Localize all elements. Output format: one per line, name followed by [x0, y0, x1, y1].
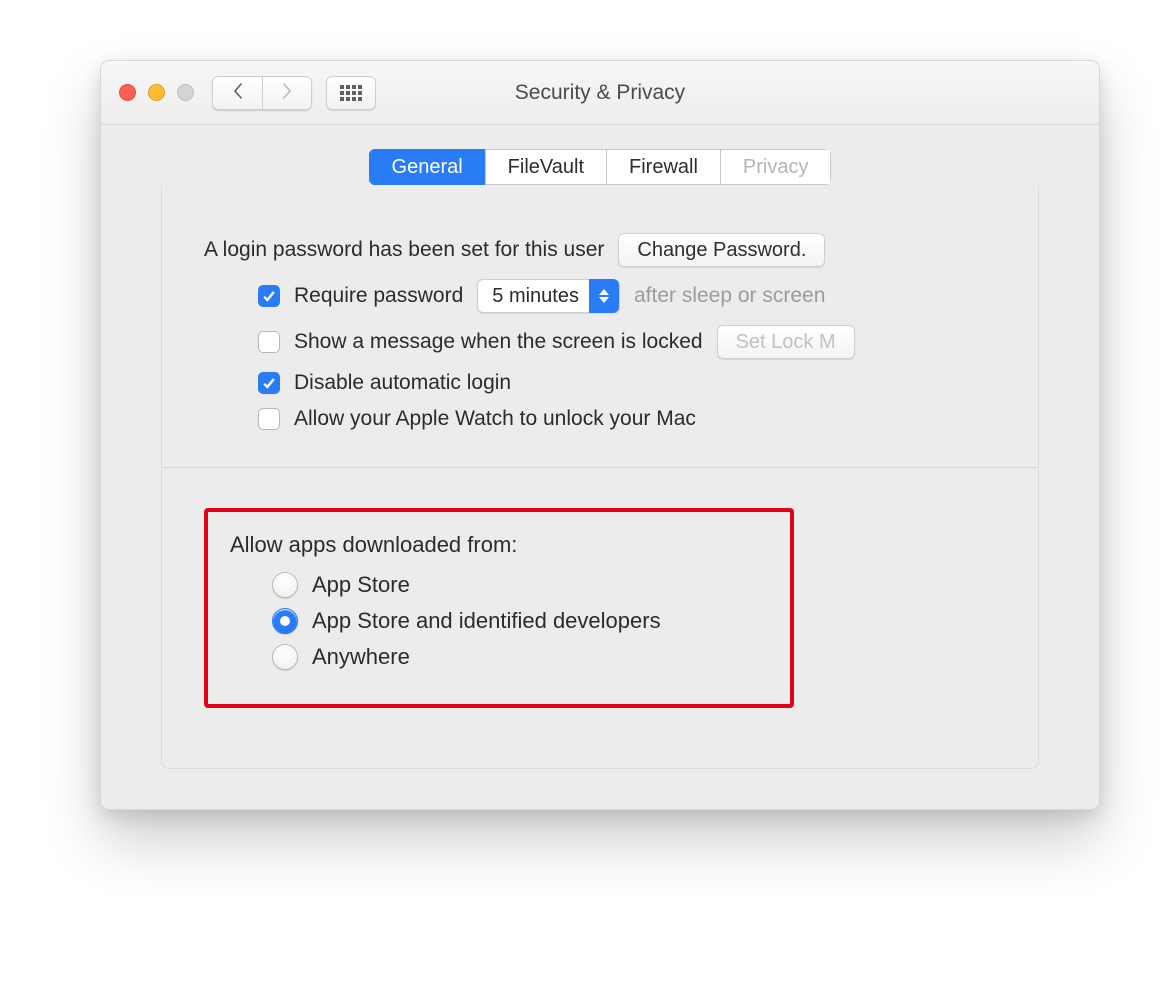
require-password-delay-select[interactable]: 5 minutes — [477, 279, 620, 313]
apple-watch-unlock-label: Allow your Apple Watch to unlock your Ma… — [294, 407, 696, 431]
tab-privacy[interactable]: Privacy — [720, 149, 832, 185]
titlebar: Security & Privacy — [101, 61, 1099, 125]
preferences-window: Security & Privacy General FileVault Fir… — [100, 60, 1100, 810]
back-button[interactable] — [212, 76, 262, 110]
minimize-window-button[interactable] — [148, 84, 165, 101]
stepper-icon — [589, 279, 619, 313]
tab-general[interactable]: General — [369, 149, 485, 185]
divider — [162, 467, 1038, 468]
window-body: General FileVault Firewall Privacy A log… — [101, 125, 1099, 809]
radio-identified-developers[interactable] — [272, 608, 298, 634]
chevron-right-icon — [280, 82, 294, 103]
require-password-delay-value: 5 minutes — [492, 285, 579, 308]
require-password-checkbox[interactable] — [258, 285, 280, 307]
forward-button[interactable] — [262, 76, 312, 110]
grid-icon — [340, 85, 362, 101]
set-lock-message-button[interactable]: Set Lock M — [717, 325, 855, 359]
zoom-window-button[interactable] — [177, 84, 194, 101]
close-window-button[interactable] — [119, 84, 136, 101]
gatekeeper-highlight: Allow apps downloaded from: App Store Ap… — [204, 508, 794, 708]
radio-anywhere[interactable] — [272, 644, 298, 670]
radio-identified-developers-label: App Store and identified developers — [312, 608, 661, 634]
show-all-button[interactable] — [326, 76, 376, 110]
nav-back-forward — [212, 76, 312, 110]
show-lock-message-checkbox[interactable] — [258, 331, 280, 353]
radio-app-store-label: App Store — [312, 572, 410, 598]
disable-auto-login-label: Disable automatic login — [294, 371, 511, 395]
disable-auto-login-checkbox[interactable] — [258, 372, 280, 394]
radio-app-store[interactable] — [272, 572, 298, 598]
window-controls — [119, 84, 194, 101]
require-password-label: Require password — [294, 284, 463, 308]
gatekeeper-title: Allow apps downloaded from: — [230, 532, 764, 558]
tab-filevault[interactable]: FileVault — [485, 149, 606, 185]
radio-anywhere-label: Anywhere — [312, 644, 410, 670]
login-password-set-label: A login password has been set for this u… — [204, 238, 604, 262]
change-password-button[interactable]: Change Password. — [618, 233, 825, 267]
general-panel: A login password has been set for this u… — [161, 185, 1039, 769]
tab-firewall[interactable]: Firewall — [606, 149, 720, 185]
tab-bar: General FileVault Firewall Privacy — [369, 149, 832, 185]
apple-watch-unlock-checkbox[interactable] — [258, 408, 280, 430]
chevron-left-icon — [231, 82, 245, 103]
show-lock-message-label: Show a message when the screen is locked — [294, 330, 703, 354]
after-sleep-label: after sleep or screen — [634, 284, 825, 308]
